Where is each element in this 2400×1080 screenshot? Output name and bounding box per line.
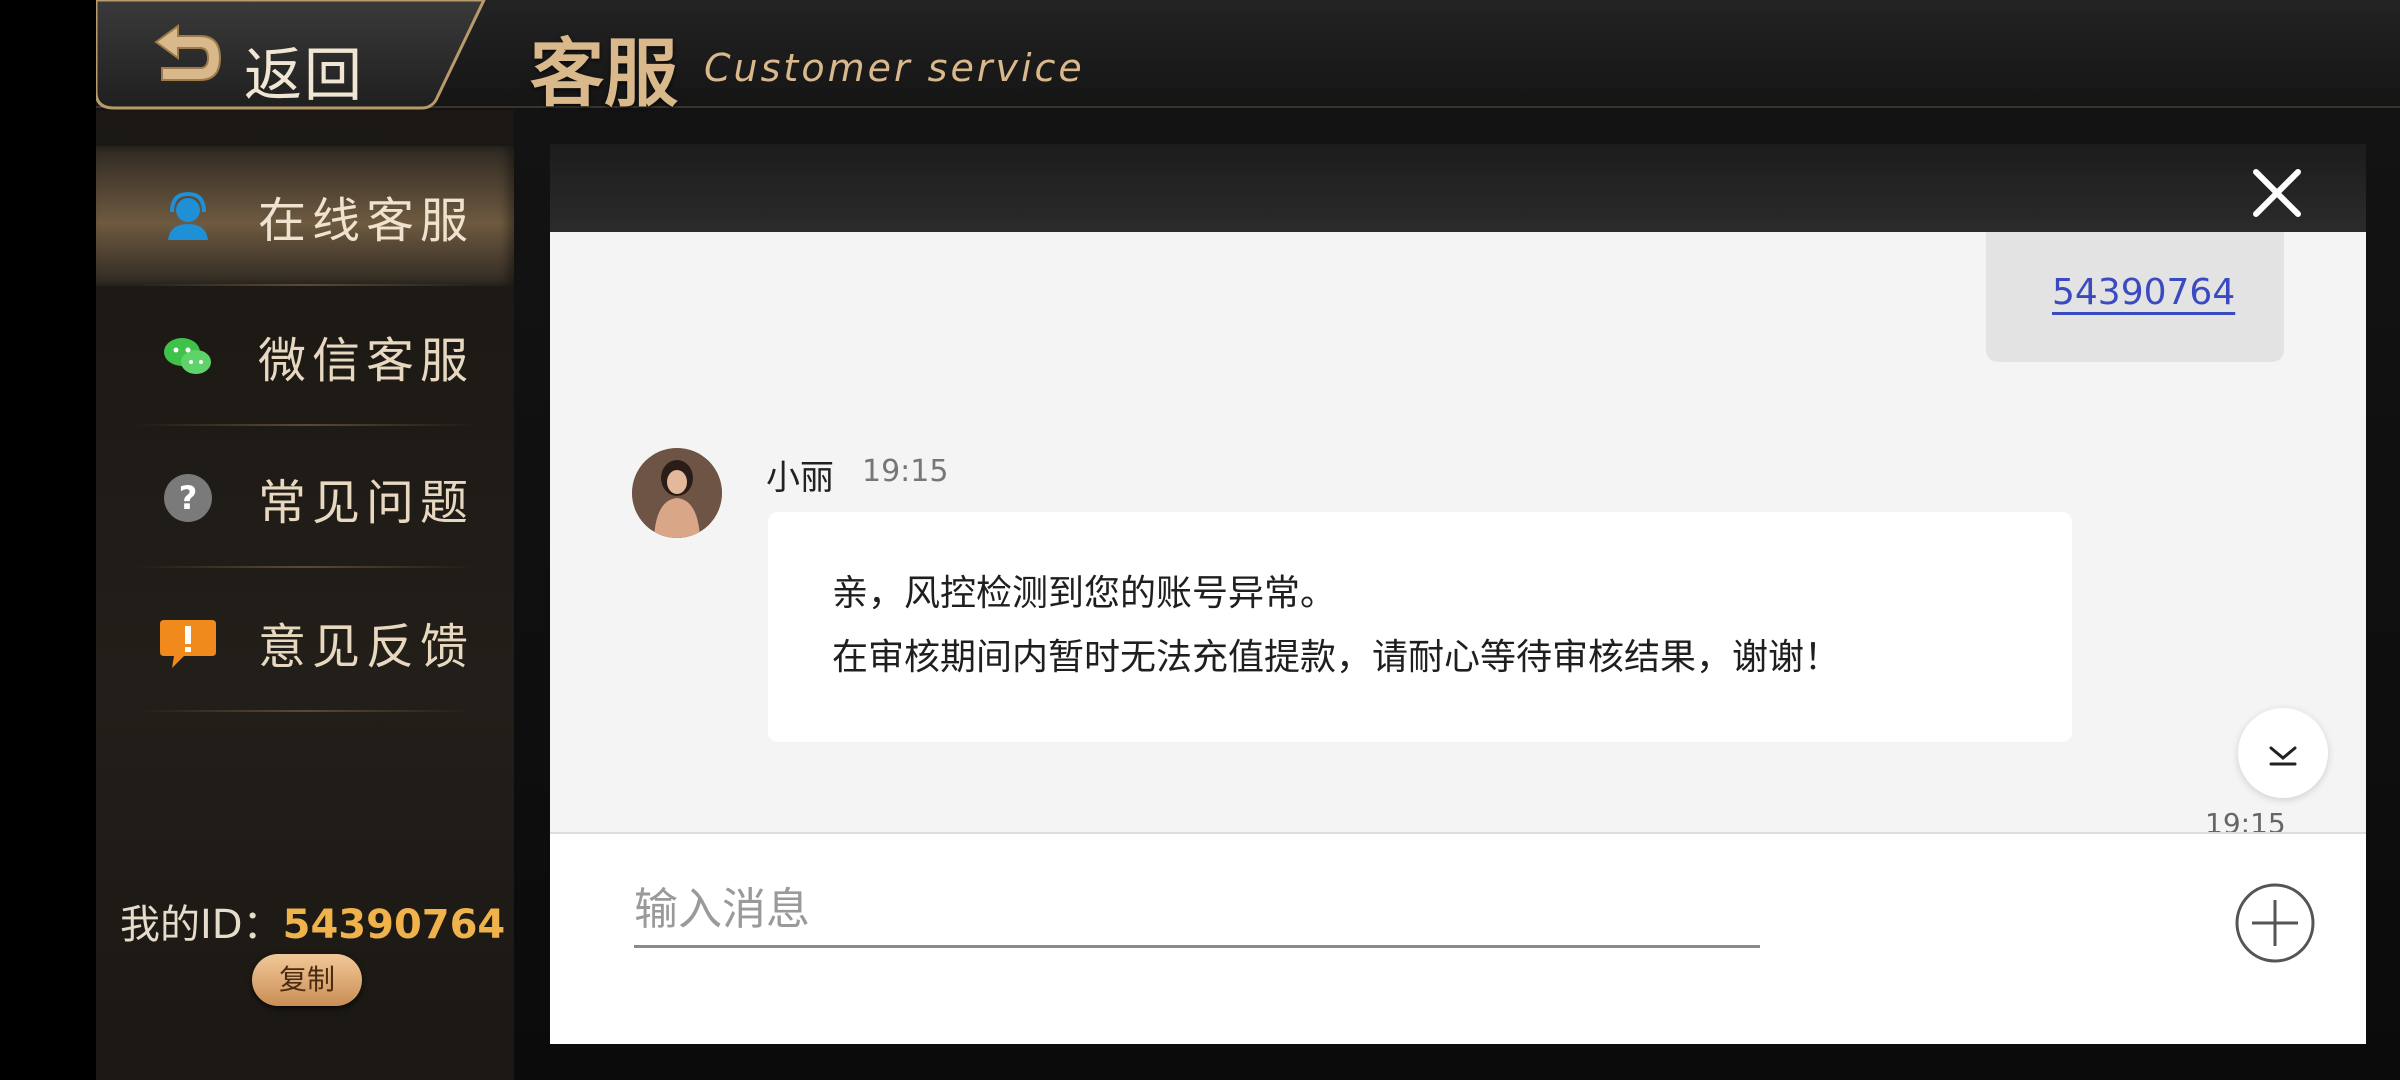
agent-message-time: 19:15	[862, 454, 949, 489]
feedback-icon	[160, 620, 216, 668]
message-timestamp: 19:15	[2205, 807, 2286, 832]
message-composer	[550, 832, 2366, 1044]
copy-button[interactable]: 复制	[252, 954, 362, 1006]
my-id-label: 我的ID：	[120, 902, 283, 948]
chat-panel: 54390764 小丽 19:15 亲，风控检测到您的账号异常。 在审核期间内暂…	[550, 144, 2366, 1044]
my-id: 我的ID：54390764	[120, 892, 505, 950]
question-icon: ?	[164, 474, 212, 522]
chat-message-list[interactable]: 54390764 小丽 19:15 亲，风控检测到您的账号异常。 在审核期间内暂…	[550, 232, 2366, 832]
my-message-bubble: 54390764	[1986, 232, 2284, 362]
sidebar-item-label: 微信客服	[258, 333, 475, 389]
chat-panel-header	[550, 144, 2366, 232]
sidebar-item-wechat-service[interactable]: 微信客服	[96, 286, 514, 426]
divider	[136, 710, 474, 712]
message-input[interactable]	[634, 874, 1760, 948]
headset-agent-icon	[168, 191, 208, 240]
agent-message-line: 在审核期间内暂时无法充值提款，请耐心等待审核结果，谢谢！	[832, 637, 1841, 678]
sidebar-item-faq[interactable]: ? 常见问题	[96, 428, 514, 568]
sidebar-item-feedback[interactable]: 意见反馈	[96, 572, 514, 712]
my-message-link[interactable]: 54390764	[2052, 272, 2235, 313]
agent-message-line: 亲，风控检测到您的账号异常。	[832, 573, 1337, 614]
sidebar-item-label: 意见反馈	[258, 619, 475, 675]
page-subtitle: Customer service	[704, 46, 1085, 90]
wechat-icon	[164, 338, 211, 374]
sidebar-item-label: 在线客服	[258, 193, 475, 249]
sidebar-item-label: 常见问题	[258, 475, 475, 531]
svg-text:?: ?	[179, 479, 198, 517]
divider	[136, 566, 474, 568]
page-title: 客服	[530, 31, 678, 117]
plus-icon[interactable]	[2234, 882, 2316, 964]
agent-avatar	[632, 448, 722, 538]
back-label[interactable]: 返回	[244, 28, 364, 112]
back-arrow-icon[interactable]	[148, 22, 226, 92]
sidebar-item-online-service[interactable]: 在线客服	[96, 146, 514, 286]
agent-name: 小丽	[766, 458, 834, 498]
my-id-value: 54390764	[282, 902, 506, 948]
scroll-to-bottom-button[interactable]	[2238, 708, 2328, 798]
close-icon[interactable]	[2248, 164, 2306, 222]
divider	[136, 424, 474, 426]
sidebar: 在线客服 微信客服 ? 常见问题 意见反馈 我的ID：54390764 复制	[96, 110, 514, 1080]
agent-message-bubble: 亲，风控检测到您的账号异常。 在审核期间内暂时无法充值提款，请耐心等待审核结果，…	[768, 512, 2072, 742]
